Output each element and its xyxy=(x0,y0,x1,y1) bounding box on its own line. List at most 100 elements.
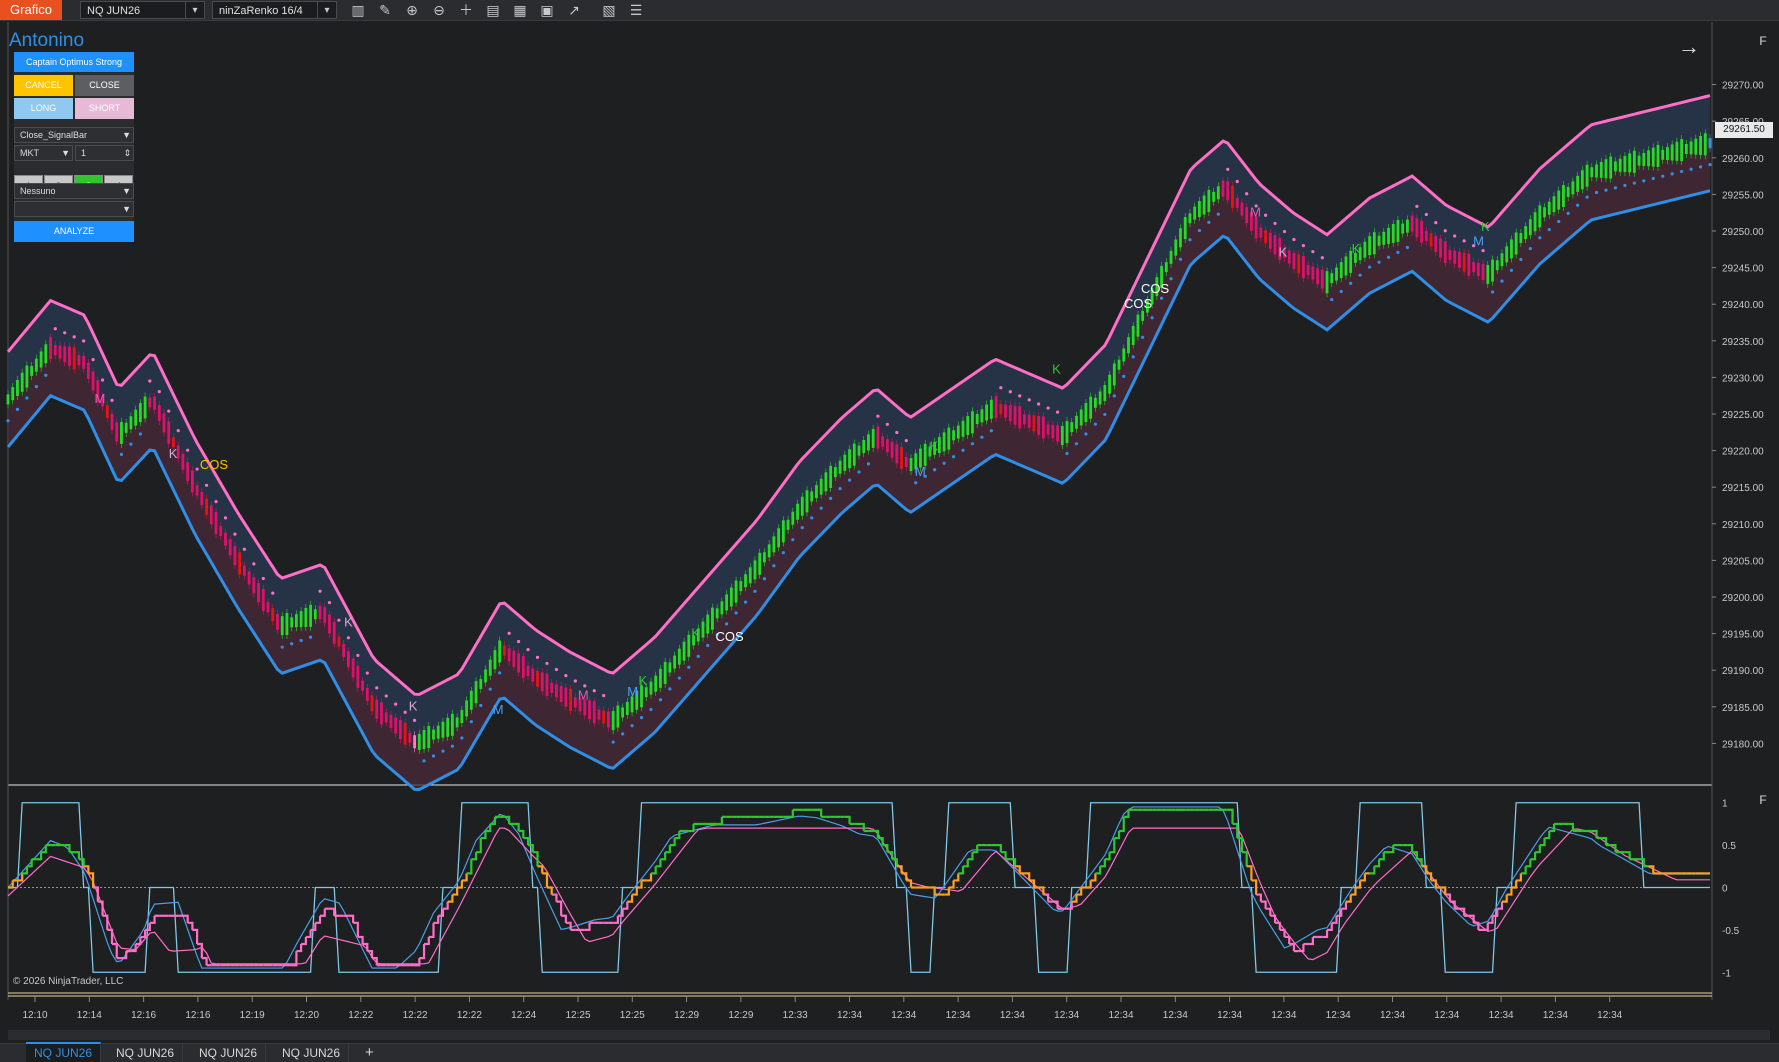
trail-dot xyxy=(1093,422,1097,426)
time-axis-label: 12:25 xyxy=(565,1010,590,1021)
trail-dot xyxy=(1604,188,1608,192)
osc-step-line xyxy=(1284,935,1291,945)
osc-step-line xyxy=(315,915,322,924)
horizontal-scrollbar[interactable] xyxy=(8,1030,1770,1040)
trail-dot xyxy=(696,654,700,658)
cancel-button[interactable]: CANCEL xyxy=(14,75,73,96)
trail-dot xyxy=(866,462,871,466)
price-axis-label: 29260.00 xyxy=(1722,154,1764,165)
spinner-icon[interactable]: ⇕ xyxy=(123,146,131,161)
osc-step-line xyxy=(1260,900,1267,909)
trail-dot xyxy=(781,551,785,555)
extra-select[interactable]: ▼ xyxy=(14,201,134,217)
account-name: Antonino xyxy=(9,30,85,51)
osc-step-line xyxy=(1298,944,1305,953)
chart-canvas[interactable]: MKCOSKK MM MKK COSMKKCOSCOSMK KKM 29270.0029… xyxy=(0,0,1779,1043)
arrow-right-icon[interactable]: → xyxy=(1678,34,1700,60)
signal-mode-select[interactable]: Close_SignalBar ▼ xyxy=(14,127,134,143)
long-button[interactable]: LONG xyxy=(14,98,73,119)
trail-dot xyxy=(1027,398,1031,402)
quantity-stepper[interactable]: 1 ⇕ xyxy=(75,145,134,161)
order-type-select[interactable]: MKT ▼ xyxy=(14,145,73,161)
osc-step-line xyxy=(561,914,567,923)
time-axis-label: 12:33 xyxy=(783,1010,808,1021)
trail-dot xyxy=(479,703,483,708)
trail-dot xyxy=(1292,237,1296,242)
osc-step-line xyxy=(121,951,128,960)
trail-dot xyxy=(706,643,710,648)
trail-dot xyxy=(1500,279,1504,283)
tab-chart-3[interactable]: NQ JUN26 xyxy=(191,1044,267,1062)
trail-dot xyxy=(1481,248,1485,253)
signal-marker-10: COS xyxy=(716,629,745,644)
time-axis-label: 12:34 xyxy=(1000,1010,1025,1021)
oscillator-panel xyxy=(7,802,1712,973)
signal-marker-20: M xyxy=(1473,234,1484,249)
price-axis-label: 29190.00 xyxy=(1722,666,1764,677)
osc-step-line xyxy=(1473,921,1480,930)
filter-select[interactable]: Nessuno ▼ xyxy=(14,183,134,199)
time-axis-label: 12:20 xyxy=(294,1010,319,1021)
osc-step-line xyxy=(461,873,468,882)
tab-chart-4[interactable]: NQ JUN26 xyxy=(274,1044,350,1062)
osc-step-line xyxy=(296,944,303,953)
time-axis-label: 12:22 xyxy=(457,1010,482,1021)
trail-dot xyxy=(1509,268,1514,272)
osc-step-line xyxy=(551,893,558,902)
price-axis-label: 29205.00 xyxy=(1722,556,1764,567)
trail-dot xyxy=(1415,204,1419,208)
signal-marker-16: M xyxy=(1250,204,1261,219)
add-tab-button[interactable]: + xyxy=(365,1044,374,1062)
trail-dot xyxy=(829,496,833,500)
trail-dot xyxy=(129,442,133,446)
osc-step-line xyxy=(1265,907,1272,916)
osc-step-line xyxy=(537,865,544,874)
close-button[interactable]: CLOSE xyxy=(75,75,134,96)
trail-dot xyxy=(1197,228,1201,233)
tab-chart-1[interactable]: NQ JUN26 xyxy=(26,1042,102,1062)
trail-dot xyxy=(138,432,142,436)
osc-fast-line xyxy=(7,806,1710,969)
trail-dot xyxy=(876,414,880,418)
signal-marker-15: COS xyxy=(1141,281,1170,296)
analyze-button[interactable]: ANALYZE xyxy=(14,221,134,242)
osc-step-line xyxy=(424,936,430,946)
osc-slow-line xyxy=(7,827,1710,965)
trail-dot xyxy=(204,483,209,487)
trail-dot xyxy=(734,611,738,615)
trail-dot xyxy=(1226,167,1230,171)
panel-f-button-lower[interactable]: F xyxy=(1754,791,1772,809)
osc-step-line xyxy=(953,873,960,882)
signal-marker-4: K xyxy=(409,698,418,713)
time-axis-label: 12:24 xyxy=(511,1010,536,1021)
trail-dot xyxy=(375,686,379,690)
trail-dot xyxy=(933,468,937,472)
trail-dot xyxy=(186,448,190,452)
trail-dot xyxy=(63,331,67,335)
short-button[interactable]: SHORT xyxy=(75,98,134,119)
osc-axis-label: 1 xyxy=(1722,799,1728,810)
osc-step-line xyxy=(8,880,14,889)
trail-dot xyxy=(668,687,672,691)
osc-step-line xyxy=(201,957,208,966)
trail-dot xyxy=(261,576,265,581)
trail-dot xyxy=(725,622,729,626)
trail-dot xyxy=(1349,281,1353,285)
trail-dot xyxy=(1434,221,1438,225)
panel-f-button[interactable]: F xyxy=(1754,32,1772,50)
trail-dot xyxy=(1301,243,1306,248)
trail-dot xyxy=(1103,412,1107,417)
trail-dot xyxy=(847,478,852,482)
trail-dot xyxy=(469,720,473,724)
trail-dot xyxy=(895,430,899,435)
osc-step-line xyxy=(1535,845,1541,854)
trail-dot xyxy=(961,448,965,452)
trail-dot xyxy=(242,547,246,551)
trail-dot xyxy=(1141,335,1145,339)
price-axis-label: 29245.00 xyxy=(1722,264,1764,275)
trail-dot xyxy=(838,487,842,491)
trail-dot xyxy=(1273,221,1277,226)
trail-dot xyxy=(441,749,445,753)
tab-chart-2[interactable]: NQ JUN26 xyxy=(108,1044,184,1062)
filter-value: Nessuno xyxy=(20,186,56,196)
